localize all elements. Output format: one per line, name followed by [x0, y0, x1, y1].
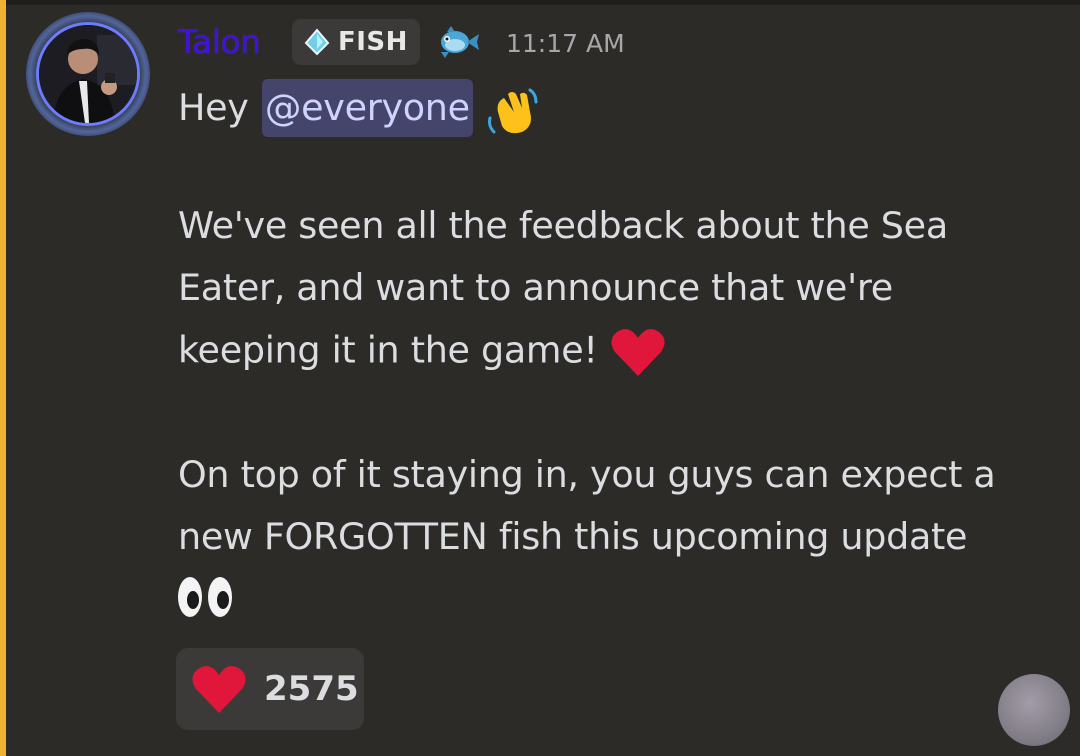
paragraph2-line1: On top of it staying in, you guys can ex…: [178, 453, 996, 496]
red-heart-emoji: [192, 666, 246, 713]
paragraph1-line3-text: keeping it in the game!: [178, 328, 598, 372]
top-divider: [0, 0, 1080, 5]
watermark-logo: [998, 674, 1070, 746]
paragraph2-line2: new FORGOTTEN fish this upcoming update: [178, 515, 968, 558]
paragraph1-line3: keeping it in the game!: [178, 326, 667, 378]
avatar-image: [36, 22, 140, 126]
greeting-text: Hey: [178, 86, 249, 129]
everyone-mention[interactable]: @everyone: [261, 79, 473, 137]
author-avatar[interactable]: [26, 12, 150, 136]
pufferfish-icon: [441, 26, 479, 58]
waving-hand-emoji: [488, 88, 538, 133]
greeting-line: Hey @everyone: [178, 79, 540, 138]
message-timestamp[interactable]: 11:17 AM: [506, 28, 625, 60]
server-tag[interactable]: FISH: [292, 19, 420, 65]
server-tag-label: FISH: [338, 27, 408, 57]
red-heart-emoji: [611, 329, 665, 376]
water-drop-icon: [304, 28, 330, 56]
eyes-emoji: [178, 577, 232, 617]
mention-highlight-bar: [0, 0, 6, 756]
reaction-count: 2575: [264, 669, 359, 709]
paragraph1-line1: We've seen all the feedback about the Se…: [178, 204, 948, 247]
heart-reaction-button[interactable]: 2575: [176, 648, 364, 730]
paragraph1-line2: Eater, and want to announce that we're: [178, 266, 893, 309]
author-name[interactable]: Talon: [178, 20, 261, 64]
